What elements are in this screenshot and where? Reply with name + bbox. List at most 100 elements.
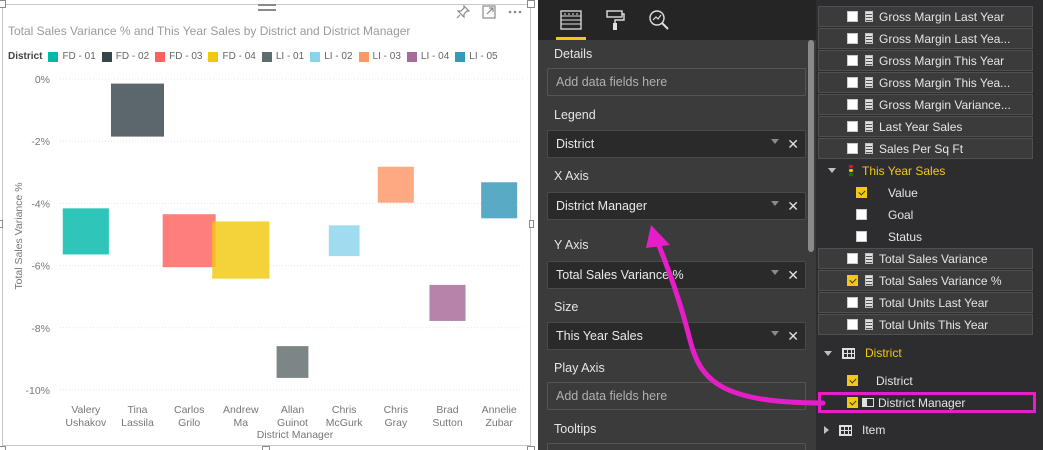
chevron-down-icon[interactable]	[771, 201, 779, 206]
field-item[interactable]: Total Units This Year	[818, 314, 1033, 335]
analytics-magnifier-icon[interactable]	[646, 7, 672, 33]
field-label: District	[876, 373, 913, 388]
calculator-icon	[865, 99, 873, 110]
field-item[interactable]: Value	[818, 182, 1033, 203]
data-point-li-04[interactable]	[429, 284, 466, 321]
y-axis-title: Total Sales Variance %	[13, 182, 25, 289]
y-tick-label: -2%	[31, 136, 50, 148]
field-item[interactable]: Gross Margin This Year	[818, 50, 1033, 71]
field-checkbox[interactable]	[856, 187, 867, 198]
remove-field-icon[interactable]: ✕	[787, 136, 799, 152]
data-point-fd-04[interactable]	[212, 221, 270, 279]
x-tick-label: Guinot	[277, 417, 308, 429]
field-checkbox[interactable]	[847, 319, 858, 330]
size-well-label: Size	[554, 300, 579, 314]
field-item[interactable]: District	[818, 370, 1033, 391]
visualizations-pane: Details Add data fields here Legend Dist…	[538, 0, 816, 450]
x-tick-label: Carlos	[174, 404, 204, 416]
remove-field-icon[interactable]: ✕	[787, 328, 799, 344]
field-item[interactable]: Goal	[818, 204, 1033, 225]
field-checkbox[interactable]	[856, 231, 867, 242]
field-item[interactable]: Total Sales Variance	[818, 248, 1033, 269]
data-point-fd-03[interactable]	[162, 214, 216, 268]
tooltips-well-label: Tooltips	[554, 422, 597, 436]
y-axis-well[interactable]: Total Sales Variance % ✕	[547, 261, 806, 289]
field-item[interactable]: Gross Margin This Yea...	[818, 72, 1033, 93]
right-panes: Details Add data fields here Legend Dist…	[538, 0, 1043, 450]
collapse-chevron-icon[interactable]	[824, 350, 832, 356]
chart-plot-area: 0% -2% -4% -6% -8% -10% Total Sales Variance %…	[13, 74, 525, 441]
field-label: This Year Sales	[862, 163, 946, 178]
field-item[interactable]: Gross Margin Last Yea...	[818, 28, 1033, 49]
fields-pane: Gross Margin Last Year Gross Margin Last …	[816, 0, 1043, 450]
collapse-chevron-icon[interactable]	[828, 168, 836, 173]
legend-well[interactable]: District ✕	[547, 130, 806, 158]
field-checkbox[interactable]	[847, 143, 858, 154]
visualizations-pane-tabs	[538, 0, 816, 40]
data-point-li-01[interactable]	[276, 346, 309, 378]
field-item[interactable]: Gross Margin Last Year	[818, 6, 1033, 27]
details-well-label: Details	[554, 47, 593, 61]
details-well[interactable]: Add data fields here	[547, 68, 806, 96]
field-item[interactable]: Status	[818, 226, 1033, 247]
field-checkbox[interactable]	[847, 77, 858, 88]
x-axis-well[interactable]: District Manager ✕	[547, 192, 806, 220]
field-checkbox[interactable]	[856, 209, 867, 220]
data-point-fd-02[interactable]	[111, 83, 164, 137]
data-point-li-05[interactable]	[481, 182, 518, 219]
table-label: Item	[862, 423, 886, 437]
field-item[interactable]: Sales Per Sq Ft	[818, 138, 1033, 159]
field-item[interactable]: Total Sales Variance %	[818, 270, 1033, 291]
field-checkbox[interactable]	[847, 121, 858, 132]
chevron-down-icon[interactable]	[771, 139, 779, 144]
x-tick-label: Grilo	[178, 417, 200, 429]
size-well[interactable]: This Year Sales ✕	[547, 322, 806, 350]
data-point-li-03[interactable]	[377, 166, 414, 203]
calculator-icon	[865, 253, 873, 264]
calculator-icon	[865, 143, 873, 154]
field-checkbox[interactable]	[847, 55, 858, 66]
tooltips-well[interactable]	[547, 443, 806, 450]
x-tick-label: Allan	[281, 404, 305, 416]
x-tick-label: Lassila	[121, 417, 154, 429]
legend-well-value: District	[556, 137, 595, 151]
format-paint-roller-icon[interactable]	[602, 7, 628, 33]
table-icon	[839, 424, 852, 436]
scatter-chart-visual[interactable]: Total Sales Variance % and This Year Sal…	[0, 0, 535, 450]
field-label: Gross Margin This Year	[879, 53, 1005, 68]
field-item[interactable]: Gross Margin Variance...	[818, 94, 1033, 115]
field-checkbox[interactable]	[847, 275, 858, 286]
field-checkbox[interactable]	[847, 253, 858, 264]
remove-field-icon[interactable]: ✕	[787, 267, 799, 283]
calculator-icon	[865, 33, 873, 44]
data-point-fd-01[interactable]	[62, 208, 109, 255]
remove-field-icon[interactable]: ✕	[787, 198, 799, 214]
size-well-value: This Year Sales	[556, 329, 643, 343]
chevron-down-icon[interactable]	[771, 331, 779, 336]
chevron-down-icon[interactable]	[771, 270, 779, 275]
field-item[interactable]: This Year Sales	[818, 160, 1033, 181]
field-checkbox[interactable]	[847, 375, 858, 386]
y-tick-label: -10%	[25, 385, 50, 397]
data-point-li-02[interactable]	[328, 225, 360, 257]
kpi-traffic-light-icon	[848, 164, 854, 177]
table-item[interactable]: Item	[818, 418, 1033, 442]
visualizations-pane-scrollbar[interactable]	[808, 40, 814, 252]
calculator-icon	[865, 11, 873, 22]
play-axis-well-placeholder: Add data fields here	[556, 389, 668, 403]
field-label: Goal	[888, 207, 914, 222]
field-checkbox[interactable]	[847, 11, 858, 22]
field-checkbox[interactable]	[847, 99, 858, 110]
field-checkbox[interactable]	[847, 297, 858, 308]
expand-chevron-icon[interactable]	[824, 426, 829, 434]
field-checkbox[interactable]	[847, 33, 858, 44]
field-item[interactable]: Last Year Sales	[818, 116, 1033, 137]
table-item[interactable]: District	[818, 341, 1033, 365]
x-tick-label: Ma	[234, 417, 249, 429]
x-tick-label: Gray	[384, 417, 408, 429]
fields-tab-icon[interactable]	[556, 7, 586, 40]
field-item[interactable]: Total Units Last Year	[818, 292, 1033, 313]
x-tick-label: Ushakov	[65, 417, 107, 429]
play-axis-well[interactable]: Add data fields here	[547, 382, 806, 410]
y-tick-label: 0%	[35, 74, 50, 86]
